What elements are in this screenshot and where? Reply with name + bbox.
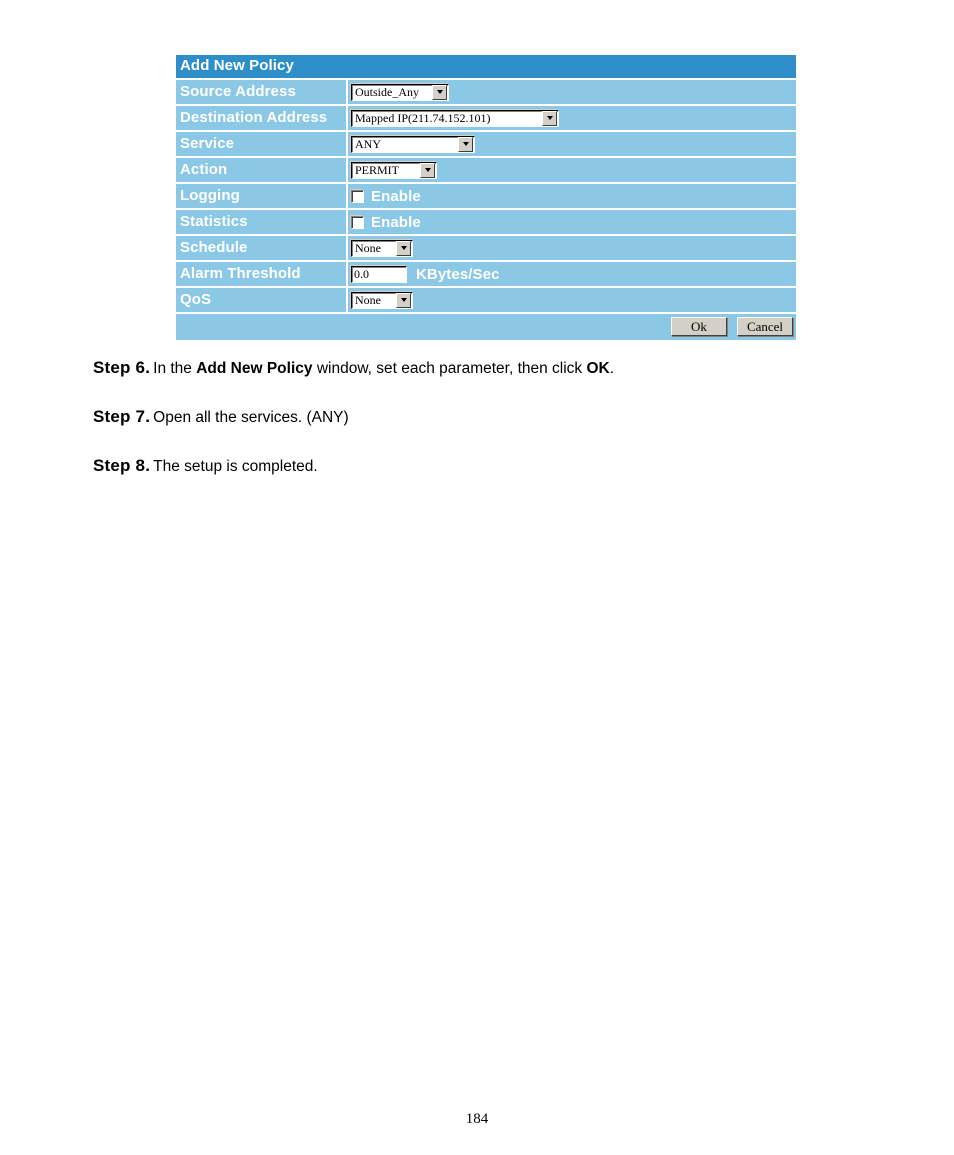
- logging-enable-label: Enable: [371, 187, 421, 205]
- page-number: 184: [465, 1111, 489, 1127]
- step-8-label: Step 8.: [93, 456, 151, 475]
- chevron-down-icon: [458, 136, 473, 152]
- step-7-text: Open all the services. (ANY): [153, 409, 349, 426]
- row-label-qos: QoS: [176, 288, 348, 312]
- ok-button[interactable]: Ok: [671, 317, 727, 336]
- step-6-text-mid: window, set each parameter, then click: [312, 360, 587, 377]
- statistics-enable-label: Enable: [371, 213, 421, 231]
- table-row: QoS None: [176, 288, 796, 314]
- panel-footer-buttons: Ok Cancel: [176, 314, 796, 340]
- row-value-destination-address: Mapped IP(211.74.152.101): [348, 106, 796, 130]
- row-value-service: ANY: [348, 132, 796, 156]
- row-value-qos: None: [348, 288, 796, 312]
- step-6-text-bold: Add New Policy: [196, 360, 313, 377]
- logging-enable-checkbox[interactable]: [351, 189, 364, 203]
- step-8: Step 8. The setup is completed.: [93, 456, 853, 477]
- panel-footer: Ok Cancel: [176, 314, 796, 340]
- chevron-down-icon: [396, 292, 411, 308]
- chevron-down-icon: [432, 84, 447, 100]
- step-7: Step 7. Open all the services. (ANY): [93, 407, 853, 428]
- row-value-source-address: Outside_Any: [348, 80, 796, 104]
- table-row: Alarm Threshold 0.0 KBytes/Sec: [176, 262, 796, 288]
- row-label-statistics: Statistics: [176, 210, 348, 234]
- chevron-down-icon: [542, 110, 557, 126]
- qos-select[interactable]: None: [351, 291, 413, 309]
- source-address-select[interactable]: Outside_Any: [351, 83, 449, 101]
- row-label-source-address: Source Address: [176, 80, 348, 104]
- row-label-schedule: Schedule: [176, 236, 348, 260]
- chevron-down-icon: [420, 162, 435, 178]
- row-label-action: Action: [176, 158, 348, 182]
- row-value-schedule: None: [348, 236, 796, 260]
- step-6-text: In the Add New Policy window, set each p…: [153, 360, 614, 377]
- service-select-value: ANY: [355, 136, 381, 151]
- step-6-text-post: .: [609, 360, 615, 377]
- schedule-select-value: None: [355, 240, 381, 255]
- action-select[interactable]: PERMIT: [351, 161, 437, 179]
- table-row: Destination Address Mapped IP(211.74.152…: [176, 106, 796, 132]
- qos-select-value: None: [355, 292, 381, 307]
- step-6: Step 6. In the Add New Policy window, set…: [93, 358, 853, 379]
- service-select[interactable]: ANY: [351, 135, 475, 153]
- cancel-button[interactable]: Cancel: [737, 317, 793, 336]
- step-6-text-pre: In the: [153, 360, 197, 377]
- row-label-alarm-threshold: Alarm Threshold: [176, 262, 348, 286]
- table-row: Action PERMIT: [176, 158, 796, 184]
- table-row: Schedule None: [176, 236, 796, 262]
- alarm-threshold-unit-label: KBytes/Sec: [416, 265, 500, 283]
- step-8-text-pre: The setup is completed.: [153, 458, 318, 475]
- step-7-text-pre: Open all the services. (ANY): [153, 409, 349, 426]
- alarm-threshold-input[interactable]: 0.0: [351, 265, 407, 283]
- row-value-logging: Enable: [348, 184, 796, 208]
- panel-title: Add New Policy: [176, 55, 796, 80]
- table-row: Source Address Outside_Any: [176, 80, 796, 106]
- table-row: Logging Enable: [176, 184, 796, 210]
- row-value-alarm-threshold: 0.0 KBytes/Sec: [348, 262, 796, 286]
- add-new-policy-panel: Add New Policy Source Address Outside_An…: [176, 55, 796, 340]
- step-6-text-bold2: OK: [586, 360, 610, 377]
- chevron-down-icon: [396, 240, 411, 256]
- row-label-destination-address: Destination Address: [176, 106, 348, 130]
- destination-address-select-value: Mapped IP(211.74.152.101): [355, 110, 491, 125]
- row-label-service: Service: [176, 132, 348, 156]
- row-label-logging: Logging: [176, 184, 348, 208]
- table-row: Service ANY: [176, 132, 796, 158]
- row-value-statistics: Enable: [348, 210, 796, 234]
- table-row: Statistics Enable: [176, 210, 796, 236]
- step-instructions: Step 6. In the Add New Policy window, set…: [93, 358, 853, 505]
- step-6-label: Step 6.: [93, 358, 151, 377]
- action-select-value: PERMIT: [355, 162, 400, 177]
- source-address-select-value: Outside_Any: [355, 84, 419, 99]
- destination-address-select[interactable]: Mapped IP(211.74.152.101): [351, 109, 559, 127]
- step-8-text: The setup is completed.: [153, 458, 318, 475]
- statistics-enable-checkbox[interactable]: [351, 215, 364, 229]
- step-7-label: Step 7.: [93, 407, 151, 426]
- row-value-action: PERMIT: [348, 158, 796, 182]
- schedule-select[interactable]: None: [351, 239, 413, 257]
